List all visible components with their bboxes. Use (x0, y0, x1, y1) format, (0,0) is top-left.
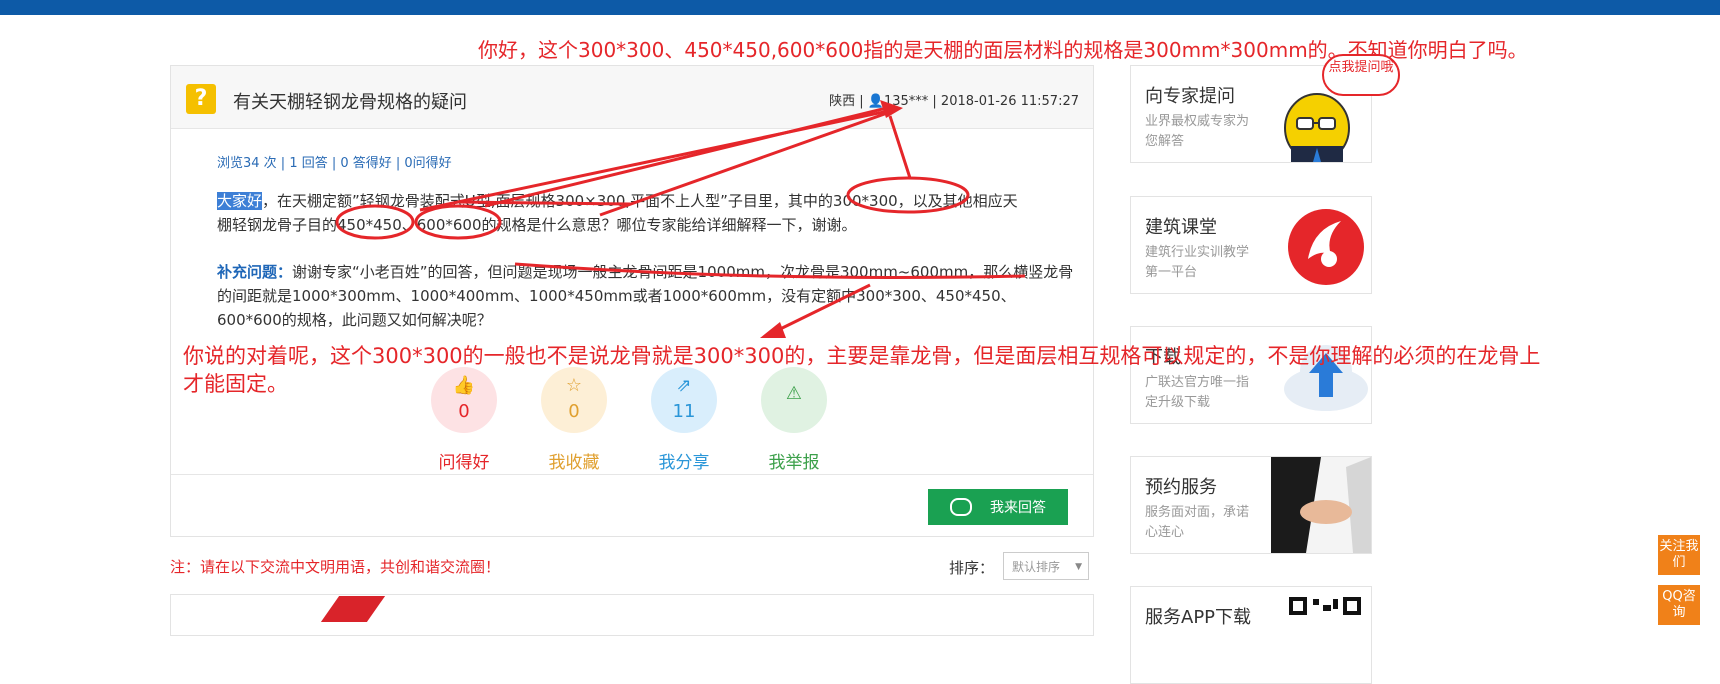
annotation-bottom-line2: 才能固定。 (183, 372, 288, 396)
annotation-marks (335, 100, 1026, 338)
ask-cloud-bubble[interactable]: 点我提问哦 (1322, 54, 1400, 96)
annotation-bottom-line1: 你说的对着呢，这个300*300的一般也不是说龙骨就是300*300的，主要是靠… (183, 344, 1541, 368)
